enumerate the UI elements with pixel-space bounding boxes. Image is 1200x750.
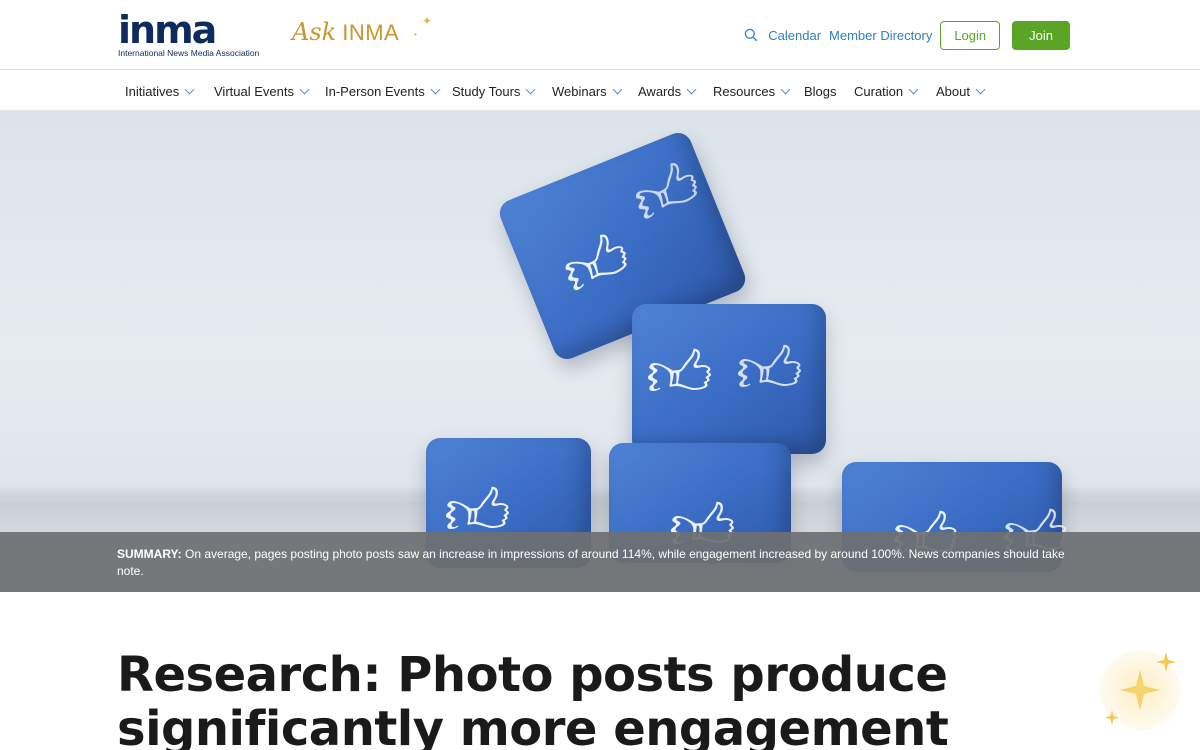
chevron-down-icon [525,84,536,94]
chevron-down-icon [780,84,791,94]
nav-item-label: Study Tours [452,83,521,99]
join-button[interactable]: Join [1012,20,1070,50]
logo-tagline: International News Media Association [118,48,260,58]
ask-brand: INMA [342,20,400,45]
summary-text: SUMMARY: On average, pages posting photo… [117,546,1077,580]
article-title: Research: Photo posts produce significan… [117,648,1017,750]
header-actions: Calendar Member Directory Login Join [740,20,1070,50]
ask-sparkle-button[interactable] [1090,640,1200,750]
nav-item-study-tours[interactable]: Study Tours [452,84,552,99]
chevron-down-icon [184,84,195,94]
thumbs-up-icon: 👍︎ [551,218,641,311]
nav-item-curation[interactable]: Curation [854,84,936,99]
nav-item-resources[interactable]: Resources [713,84,804,99]
main-nav: Initiatives Virtual Events In-Person Event… [0,71,1200,111]
chevron-down-icon [686,84,697,94]
article-title-line2: significantly more engagement [117,701,949,750]
thumbs-up-icon: 👍︎ [736,334,803,406]
nav-item-label: Webinars [552,83,607,99]
article-title-line1: Research: Photo posts produce [117,647,948,703]
summary-body: On average, pages posting photo posts sa… [117,547,1065,578]
nav-item-blogs[interactable]: Blogs [804,84,854,99]
summary-label: SUMMARY: [117,547,182,561]
member-directory-link[interactable]: Member Directory [829,28,932,43]
site-header: inma International News Media Associatio… [0,0,1200,70]
like-cube: 👍︎ 👍︎ [632,304,826,454]
ask-inma-link[interactable]: Ask INMA • ✦ [292,14,432,50]
nav-item-label: Virtual Events [214,83,294,99]
chevron-down-icon [975,84,986,94]
calendar-link[interactable]: Calendar [768,28,821,43]
summary-bar: SUMMARY: On average, pages posting photo… [0,532,1200,592]
nav-item-label: About [936,83,970,99]
chevron-down-icon [908,84,919,94]
thumbs-up-icon: 👍︎ [646,338,713,410]
nav-item-label: Blogs [804,83,837,99]
nav-item-label: Awards [638,83,682,99]
nav-item-webinars[interactable]: Webinars [552,84,638,99]
nav-item-awards[interactable]: Awards [638,84,713,99]
nav-item-label: Curation [854,83,904,99]
nav-item-label: Initiatives [125,83,180,99]
logo-wordmark: inma [118,8,217,52]
nav-item-virtual-events[interactable]: Virtual Events [214,84,325,99]
nav-item-initiatives[interactable]: Initiatives [125,84,214,99]
ask-word: Ask [292,18,337,46]
nav-item-in-person-events[interactable]: In-Person Events [325,84,452,99]
chevron-down-icon [299,84,310,94]
inma-logo[interactable]: inma International News Media Associatio… [118,8,266,60]
hero-image: 👍︎ 👍︎ 👍︎ 👍︎ 👍︎ 👍︎ 👍︎ 👍︎ SUMMARY: On aver… [0,111,1200,592]
sparkle-icon: ✦ [422,14,433,28]
login-button[interactable]: Login [940,20,1001,50]
sparkle-glow [1100,650,1180,730]
thumbs-up-icon: 👍︎ [622,146,712,239]
nav-list: Initiatives Virtual Events In-Person Event… [125,71,986,111]
chevron-down-icon [612,84,623,94]
sparkle-dot-icon: • [414,30,417,39]
nav-item-about[interactable]: About [936,83,986,99]
nav-item-label: Resources [713,83,776,99]
chevron-down-icon [430,84,441,94]
nav-item-label: In-Person Events [325,83,425,99]
search-icon[interactable] [740,24,762,46]
